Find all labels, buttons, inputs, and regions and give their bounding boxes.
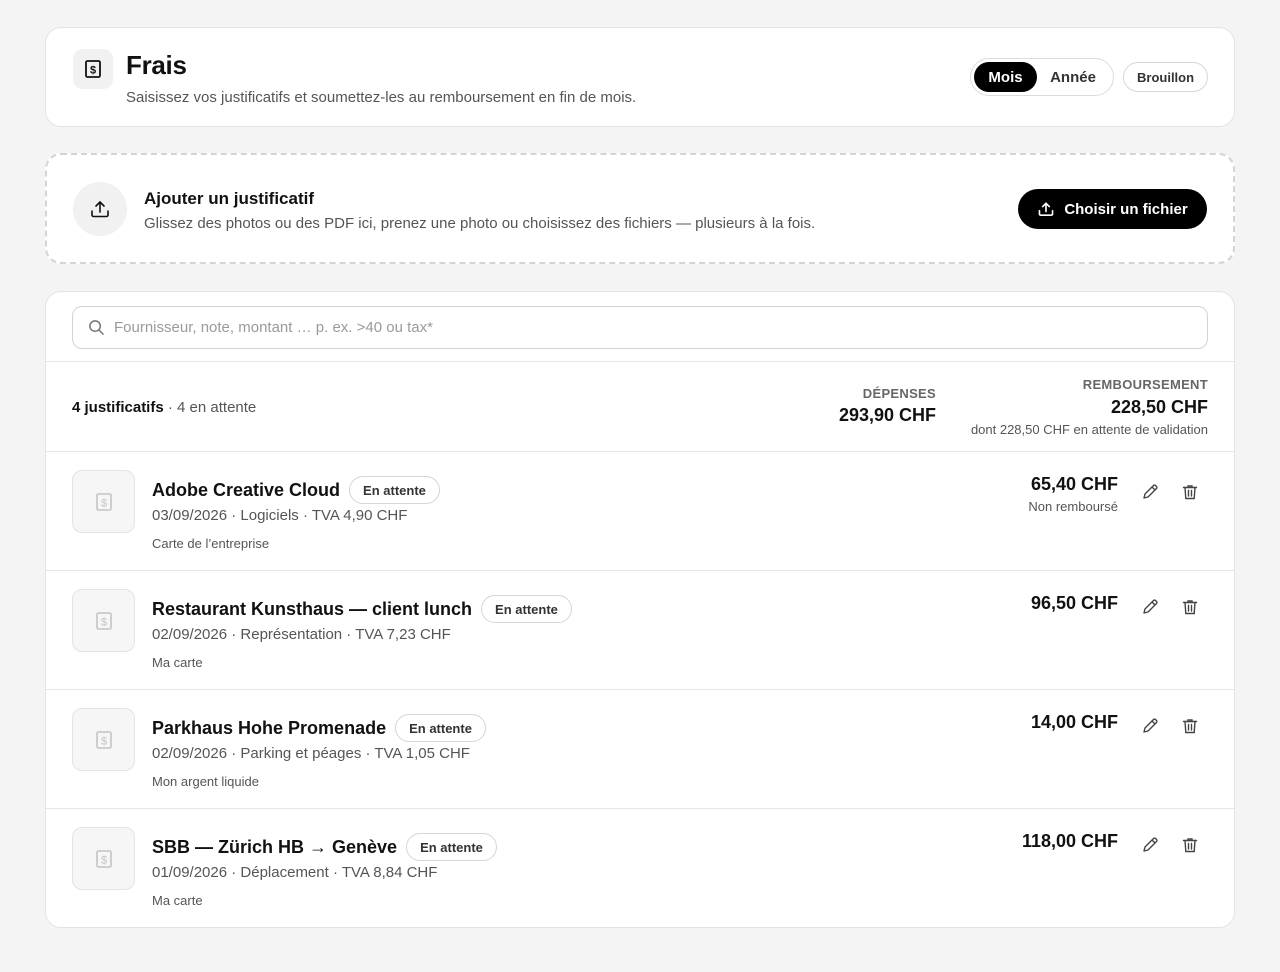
receipt-reimbursement-note: Non remboursé — [1028, 499, 1118, 514]
receipt-meta: 02/09/2026 · Représentation · TVA 7,23 C… — [152, 626, 451, 643]
receipt-placeholder-icon: $ — [72, 827, 135, 890]
svg-text:$: $ — [100, 616, 106, 628]
page-subtitle: Saisissez vos justificatifs et soumettez… — [126, 89, 637, 106]
receipt-payment-source: Carte de l’entreprise — [152, 536, 270, 551]
trash-icon[interactable] — [1179, 596, 1201, 618]
svg-text:$: $ — [90, 65, 96, 77]
reimbursement-label: REMBOURSEMENT — [1082, 377, 1208, 392]
receipt-amount: 14,00 CHF — [1030, 712, 1118, 732]
upload-icon — [1038, 202, 1054, 216]
receipt-count-label: 4 justificatifs — [72, 399, 164, 416]
reimbursement-value: 228,50 CHF — [1110, 397, 1208, 417]
receipt-row[interactable]: $ Parkhaus Hohe Promenade En attente 02/0… — [46, 690, 1234, 809]
receipt-payment-source: Ma carte — [152, 655, 203, 670]
header-card: $ Frais Saisissez vos justificatifs et s… — [45, 27, 1235, 127]
page-title: Frais — [126, 50, 187, 80]
receipts-panel: 4 justificatifs · 4 en attente DÉPENSES … — [45, 291, 1235, 928]
svg-text:$: $ — [100, 735, 106, 747]
choose-file-label: Choisir un fichier — [1064, 200, 1188, 218]
trash-icon[interactable] — [1179, 715, 1201, 737]
period-year-button[interactable]: Année — [1037, 62, 1109, 92]
expenses-label: DÉPENSES — [862, 386, 936, 401]
reimbursement-note: dont 228,50 CHF en attente de validation — [970, 422, 1208, 437]
upload-dropzone[interactable]: Ajouter un justificatif Glissez des phot… — [45, 153, 1235, 264]
receipt-placeholder-icon: $ — [72, 589, 135, 652]
divider — [46, 361, 1234, 362]
receipt-vendor: SBB — Zürich HB → Genève — [152, 836, 398, 857]
expenses-value: 293,90 CHF — [838, 405, 936, 425]
receipt-row[interactable]: $ Restaurant Kunsthaus — client lunch En … — [46, 571, 1234, 690]
receipt-row[interactable]: $ Adobe Creative Cloud En attente 03/09/2… — [46, 452, 1234, 571]
receipt-meta: 03/09/2026 · Logiciels · TVA 4,90 CHF — [152, 507, 408, 524]
pencil-icon[interactable] — [1139, 834, 1161, 856]
period-month-button[interactable]: Mois — [974, 62, 1037, 92]
status-badge: En attente — [395, 714, 486, 742]
receipt-vendor: Restaurant Kunsthaus — client lunch — [152, 598, 473, 619]
search-input[interactable] — [114, 319, 1194, 336]
receipt-payment-source: Ma carte — [152, 893, 203, 908]
search-icon — [89, 320, 104, 335]
upload-description: Glissez des photos ou des PDF ici, prene… — [144, 215, 816, 232]
trash-icon[interactable] — [1179, 834, 1201, 856]
search-field[interactable] — [72, 306, 1208, 349]
svg-text:$: $ — [100, 854, 106, 866]
receipt-placeholder-icon: $ — [72, 708, 135, 771]
receipt-row[interactable]: $ SBB — Zürich HB → Genève En attente 01/… — [46, 809, 1234, 927]
receipt-meta: 01/09/2026 · Déplacement · TVA 8,84 CHF — [152, 864, 438, 881]
receipt-vendor: Parkhaus Hohe Promenade — [152, 717, 387, 738]
receipt-payment-source: Mon argent liquide — [152, 774, 259, 789]
svg-text:$: $ — [100, 497, 106, 509]
pencil-icon[interactable] — [1139, 715, 1161, 737]
draft-status-badge: Brouillon — [1123, 62, 1209, 92]
receipt-amount: 65,40 CHF — [1030, 474, 1118, 494]
trash-icon[interactable] — [1179, 481, 1201, 503]
upload-title: Ajouter un justificatif — [144, 189, 314, 208]
receipt-dollar-icon: $ — [73, 49, 113, 89]
pencil-icon[interactable] — [1139, 481, 1161, 503]
choose-file-button[interactable]: Choisir un fichier — [1018, 189, 1207, 229]
pencil-icon[interactable] — [1139, 596, 1161, 618]
receipt-vendor: Adobe Creative Cloud — [152, 479, 341, 500]
receipt-amount: 118,00 CHF — [1021, 831, 1118, 851]
period-toggle: Mois Année — [970, 58, 1114, 96]
status-badge: En attente — [406, 833, 497, 861]
status-badge: En attente — [349, 476, 440, 504]
receipt-meta: 02/09/2026 · Parking et péages · TVA 1,0… — [152, 745, 470, 762]
pending-count-label: · 4 en attente — [167, 399, 257, 416]
status-badge: En attente — [481, 595, 572, 623]
receipt-count: 4 justificatifs · 4 en attente — [72, 399, 256, 416]
receipt-amount: 96,50 CHF — [1030, 593, 1118, 613]
upload-icon — [73, 182, 127, 236]
receipt-placeholder-icon: $ — [72, 470, 135, 533]
